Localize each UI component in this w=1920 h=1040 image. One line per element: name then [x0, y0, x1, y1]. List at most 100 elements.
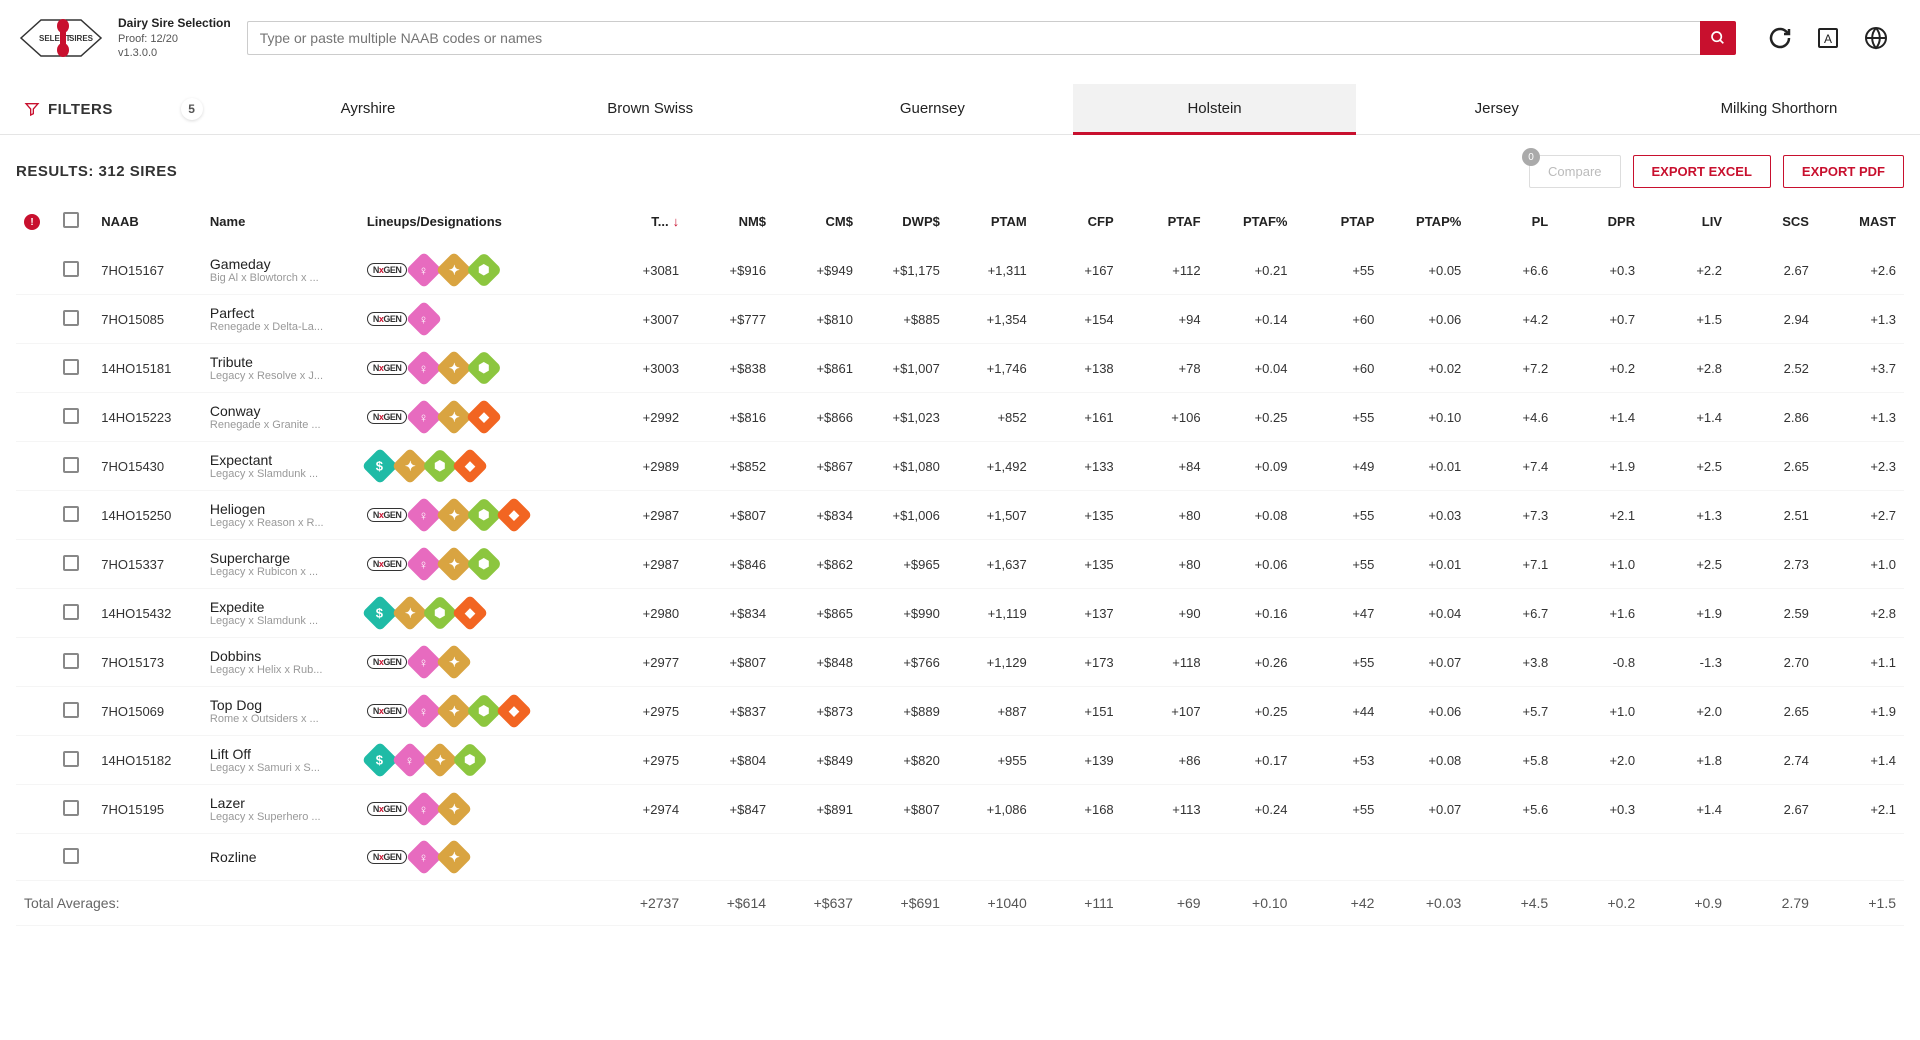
column-header[interactable]: CM$	[774, 198, 861, 246]
data-cell: +$807	[861, 785, 948, 834]
sire-name: Rozline	[210, 849, 351, 865]
column-header[interactable]: NM$	[687, 198, 774, 246]
column-header[interactable]: SCS	[1730, 198, 1817, 246]
column-header[interactable]: MAST	[1817, 198, 1904, 246]
column-header[interactable]: T...↓	[600, 198, 687, 246]
name-cell[interactable]: Top DogRome x Outsiders x ...	[202, 687, 359, 736]
table-row: 7HO15337SuperchargeLegacy x Rubicon x ..…	[16, 540, 1904, 589]
row-checkbox[interactable]	[63, 800, 79, 816]
sire-lineage: Big Al x Blowtorch x ...	[210, 272, 330, 284]
export-excel-button[interactable]: EXPORT EXCEL	[1633, 155, 1771, 188]
name-cell[interactable]: TributeLegacy x Resolve x J...	[202, 344, 359, 393]
row-checkbox[interactable]	[63, 604, 79, 620]
select-all-checkbox[interactable]	[63, 212, 79, 228]
row-checkbox[interactable]	[63, 506, 79, 522]
column-header[interactable]: DWP$	[861, 198, 948, 246]
globe-icon[interactable]	[1864, 26, 1888, 50]
sire-name: Conway	[210, 403, 351, 419]
totals-cell: +1.5	[1817, 881, 1904, 926]
data-cell: +53	[1295, 736, 1382, 785]
alert-indicator-icon[interactable]: !	[24, 214, 40, 230]
nxgen-badge: NxGEN	[367, 850, 408, 864]
data-cell: +2.0	[1643, 687, 1730, 736]
breed-tab-milking-shorthorn[interactable]: Milking Shorthorn	[1638, 84, 1920, 134]
row-checkbox[interactable]	[63, 261, 79, 277]
orange-badge: ◆	[466, 399, 503, 436]
column-header[interactable]: PL	[1469, 198, 1556, 246]
name-cell[interactable]: LazerLegacy x Superhero ...	[202, 785, 359, 834]
data-cell: +55	[1295, 491, 1382, 540]
data-cell: +$847	[687, 785, 774, 834]
breed-tab-jersey[interactable]: Jersey	[1356, 84, 1638, 134]
name-cell[interactable]: ExpectantLegacy x Slamdunk ...	[202, 442, 359, 491]
name-cell[interactable]: GamedayBig Al x Blowtorch x ...	[202, 246, 359, 295]
customize-columns-icon[interactable]: A	[1816, 26, 1840, 50]
row-checkbox[interactable]	[63, 848, 79, 864]
breed-tab-brown-swiss[interactable]: Brown Swiss	[509, 84, 791, 134]
column-header[interactable]: PTAF	[1122, 198, 1209, 246]
data-cell: +$885	[861, 295, 948, 344]
column-header[interactable]: Name	[202, 198, 359, 246]
column-header[interactable]: Lineups/Designations	[359, 198, 600, 246]
totals-cell: +$637	[774, 881, 861, 926]
row-checkbox[interactable]	[63, 457, 79, 473]
data-cell: +0.02	[1382, 344, 1469, 393]
row-checkbox[interactable]	[63, 408, 79, 424]
name-cell[interactable]: Lift OffLegacy x Samuri x S...	[202, 736, 359, 785]
data-cell: +173	[1035, 638, 1122, 687]
row-checkbox[interactable]	[63, 751, 79, 767]
name-cell[interactable]: SuperchargeLegacy x Rubicon x ...	[202, 540, 359, 589]
filter-count-badge: 5	[181, 98, 203, 120]
breed-tab-ayrshire[interactable]: Ayrshire	[227, 84, 509, 134]
right-hscroll[interactable]	[312, 1000, 1904, 1016]
left-hscroll[interactable]	[16, 1000, 296, 1016]
column-header[interactable]: CFP	[1035, 198, 1122, 246]
name-cell[interactable]: ParfectRenegade x Delta-La...	[202, 295, 359, 344]
column-header[interactable]: PTAF%	[1209, 198, 1296, 246]
data-cell: +$1,175	[861, 246, 948, 295]
refresh-icon[interactable]	[1768, 26, 1792, 50]
name-cell[interactable]: HeliogenLegacy x Reason x R...	[202, 491, 359, 540]
name-cell[interactable]: ExpediteLegacy x Slamdunk ...	[202, 589, 359, 638]
sire-lineage: Legacy x Helix x Rub...	[210, 664, 330, 676]
column-header[interactable]: LIV	[1643, 198, 1730, 246]
lineups-cell: NxGEN♀✦⬢◆	[359, 687, 600, 736]
table-row: 14HO15223ConwayRenegade x Granite ...NxG…	[16, 393, 1904, 442]
column-header[interactable]: PTAP	[1295, 198, 1382, 246]
data-cell: +113	[1122, 785, 1209, 834]
column-header[interactable]: NAAB	[93, 198, 202, 246]
search-button[interactable]	[1700, 21, 1736, 55]
data-cell: +55	[1295, 638, 1382, 687]
filters-tab[interactable]: FILTERS 5	[0, 84, 227, 134]
data-cell: +2.1	[1556, 491, 1643, 540]
lineups-cell: $✦⬢◆	[359, 442, 600, 491]
breed-tab-holstein[interactable]: Holstein	[1073, 84, 1355, 134]
search-input[interactable]	[247, 21, 1700, 55]
export-pdf-button[interactable]: EXPORT PDF	[1783, 155, 1904, 188]
data-cell: +2974	[600, 785, 687, 834]
compare-button[interactable]: 0 Compare	[1529, 155, 1620, 188]
name-cell[interactable]: DobbinsLegacy x Helix x Rub...	[202, 638, 359, 687]
data-cell	[687, 834, 774, 881]
data-cell: +0.05	[1382, 246, 1469, 295]
data-cell	[1469, 834, 1556, 881]
data-cell	[1730, 834, 1817, 881]
green-badge: ⬢	[451, 742, 488, 779]
sire-lineage: Legacy x Rubicon x ...	[210, 566, 330, 578]
row-checkbox[interactable]	[63, 359, 79, 375]
row-checkbox[interactable]	[63, 555, 79, 571]
data-cell: +44	[1295, 687, 1382, 736]
table-row: 14HO15182Lift OffLegacy x Samuri x S...$…	[16, 736, 1904, 785]
row-checkbox[interactable]	[63, 310, 79, 326]
column-header[interactable]: DPR	[1556, 198, 1643, 246]
table-scroll-area[interactable]: ! NAABNameLineups/DesignationsT...↓NM$CM…	[0, 198, 1920, 998]
name-cell[interactable]: ConwayRenegade x Granite ...	[202, 393, 359, 442]
row-checkbox[interactable]	[63, 702, 79, 718]
data-cell: +$1,006	[861, 491, 948, 540]
column-header[interactable]: PTAP%	[1382, 198, 1469, 246]
breed-tab-guernsey[interactable]: Guernsey	[791, 84, 1073, 134]
data-cell: +$865	[774, 589, 861, 638]
name-cell[interactable]: Rozline	[202, 834, 359, 881]
column-header[interactable]: PTAM	[948, 198, 1035, 246]
row-checkbox[interactable]	[63, 653, 79, 669]
